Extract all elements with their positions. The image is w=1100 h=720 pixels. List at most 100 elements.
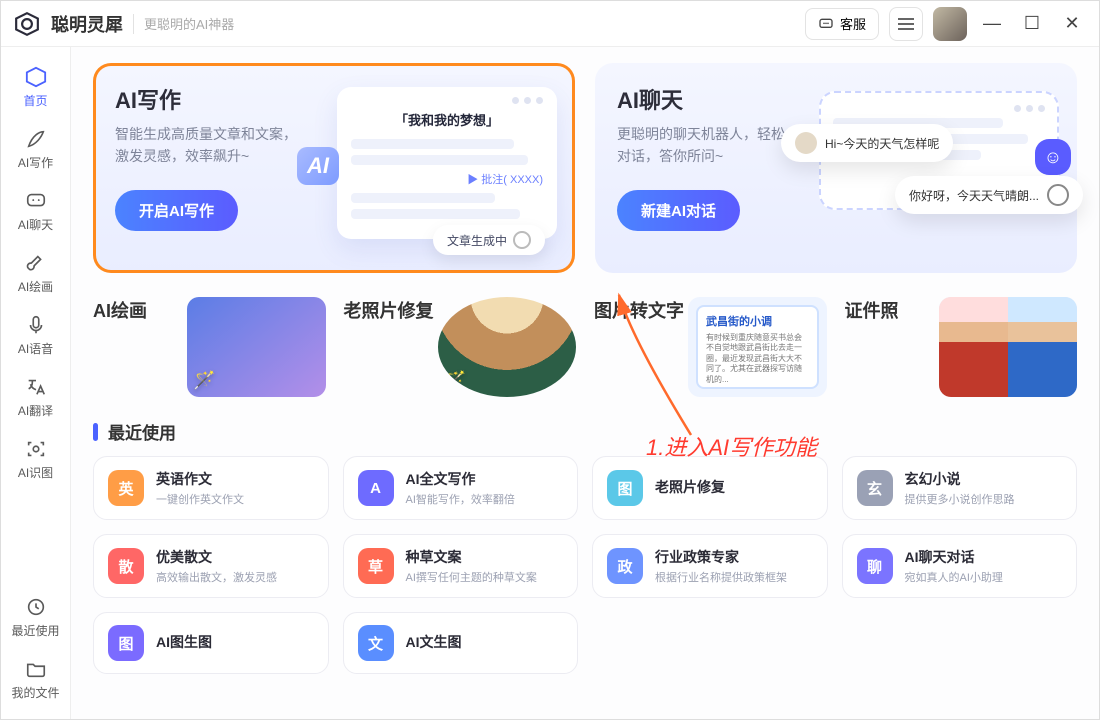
annotation-step-1: 1.进入AI写作功能 xyxy=(646,430,817,462)
sidebar-item-pen[interactable]: AI写作 xyxy=(6,121,66,177)
sidebar-item-label: AI聊天 xyxy=(18,216,53,233)
ai-chip-icon: AI xyxy=(297,147,339,185)
recent-card-subtitle: AI智能写作，效率翻倍 xyxy=(406,491,515,507)
recent-card-subtitle: 提供更多小说创作思路 xyxy=(905,491,1015,507)
feature-card[interactable]: 证件照 xyxy=(845,297,1078,397)
recent-card[interactable]: 政行业政策专家根据行业名称提供政策框架 xyxy=(592,534,828,598)
sidebar-item-clock[interactable]: 最近使用 xyxy=(6,589,66,645)
sidebar-item-label: AI语音 xyxy=(18,340,53,357)
recent-card-title: 玄幻小说 xyxy=(905,469,1015,489)
user-avatar[interactable] xyxy=(933,7,967,41)
translate-icon xyxy=(24,375,48,399)
home-icon xyxy=(24,65,48,89)
feature-card[interactable]: 图片转文字武昌街的小调有时候到重庆随意买书总会不自觉地跟武昌街比去走一圈，最近发… xyxy=(594,297,827,397)
close-button[interactable]: ✕ xyxy=(1057,13,1087,34)
app-slogan: 更聪明的AI神器 xyxy=(144,14,234,33)
sidebar-item-label: 首页 xyxy=(23,92,47,109)
new-ai-chat-button[interactable]: 新建AI对话 xyxy=(617,190,740,231)
chat-bot-bubble: 你好呀，今天天气晴朗... xyxy=(895,176,1083,214)
wand-icon: 🪄 xyxy=(193,370,215,391)
recent-card-icon: 玄 xyxy=(857,470,893,506)
hero-writing-desc: 智能生成高质量文章和文案， 激发灵感，效率飙升~ xyxy=(115,123,315,168)
menu-button[interactable] xyxy=(889,7,923,41)
folder-icon xyxy=(24,657,48,681)
pen-icon xyxy=(24,127,48,151)
brush-icon xyxy=(24,251,48,275)
recent-card-title: 优美散文 xyxy=(156,547,277,567)
clock-icon xyxy=(24,595,48,619)
maximize-button[interactable]: ☐ xyxy=(1017,13,1047,34)
hero-ai-writing[interactable]: AI写作 智能生成高质量文章和文案， 激发灵感，效率飙升~ 开启AI写作 「我和… xyxy=(93,63,575,273)
feature-card[interactable]: AI绘画 🪄 xyxy=(93,297,326,397)
sidebar-item-translate[interactable]: AI翻译 xyxy=(6,369,66,425)
feature-title: 证件照 xyxy=(845,297,939,323)
sidebar-item-label: AI识图 xyxy=(18,464,53,481)
recent-card-icon: 图 xyxy=(108,625,144,661)
recent-card-subtitle: 一键创作英文作文 xyxy=(156,491,244,507)
recent-card-title: 英语作文 xyxy=(156,469,244,489)
recent-card[interactable]: 玄玄幻小说提供更多小说创作思路 xyxy=(842,456,1078,520)
sidebar-item-label: AI绘画 xyxy=(18,278,53,295)
mock-annotation-label: ▶ 批注( XXXX) xyxy=(351,171,543,187)
sidebar-item-mic[interactable]: AI语音 xyxy=(6,307,66,363)
sidebar: 首页 AI写作 AI聊天 AI绘画 AI语音 AI翻译 AI识图最近使用我的文件 xyxy=(1,47,71,719)
sidebar-item-folder[interactable]: 我的文件 xyxy=(6,651,66,707)
scan-icon xyxy=(24,437,48,461)
sidebar-item-chat[interactable]: AI聊天 xyxy=(6,183,66,239)
sidebar-item-brush[interactable]: AI绘画 xyxy=(6,245,66,301)
recent-card-title: 种草文案 xyxy=(406,547,537,567)
hero-ai-chat[interactable]: AI聊天 更聪明的聊天机器人，轻松 对话，答你所问~ 新建AI对话 ☺ Hi~今… xyxy=(595,63,1077,273)
recent-card-subtitle: AI撰写任何主题的种草文案 xyxy=(406,569,537,585)
feature-title: 图片转文字 xyxy=(594,297,688,323)
feature-title: 老照片修复 xyxy=(344,297,438,323)
recent-card-title: AI聊天对话 xyxy=(905,547,1003,567)
app-name: 聪明灵犀 xyxy=(51,11,123,37)
recent-card-subtitle: 根据行业名称提供政策框架 xyxy=(655,569,787,585)
recent-card-title: 行业政策专家 xyxy=(655,547,787,567)
recent-card-icon: 草 xyxy=(358,548,394,584)
sidebar-item-label: AI翻译 xyxy=(18,402,53,419)
generation-status: 文章生成中 xyxy=(433,225,545,255)
chat-ai-icon: ☺ xyxy=(1035,139,1071,175)
recent-card-title: AI全文写作 xyxy=(406,469,515,489)
sidebar-item-scan[interactable]: AI识图 xyxy=(6,431,66,487)
support-label: 客服 xyxy=(840,14,866,33)
minimize-button[interactable]: — xyxy=(977,13,1007,34)
recent-card-title: 老照片修复 xyxy=(655,477,725,497)
open-ai-writing-button[interactable]: 开启AI写作 xyxy=(115,190,238,231)
app-logo-icon xyxy=(13,10,41,38)
feature-title: AI绘画 xyxy=(93,297,187,323)
feature-card[interactable]: 老照片修复 🪄 xyxy=(344,297,577,397)
recent-card[interactable]: 图老照片修复 xyxy=(592,456,828,520)
writing-mockup: 「我和我的梦想」 ▶ 批注( XXXX) AI 文章生成中 xyxy=(337,87,557,239)
chat-user-bubble: Hi~今天的天气怎样呢 xyxy=(781,124,953,162)
recent-card-title: AI文生图 xyxy=(406,632,462,652)
sidebar-item-label: 我的文件 xyxy=(11,684,59,701)
recent-card[interactable]: 英英语作文一键创作英文作文 xyxy=(93,456,329,520)
chat-bubble-icon xyxy=(818,16,834,32)
recent-card-icon: 文 xyxy=(358,625,394,661)
recent-card-icon: 散 xyxy=(108,548,144,584)
mock-doc-title: 「我和我的梦想」 xyxy=(351,110,543,129)
wand-icon: 🪄 xyxy=(444,370,466,391)
mic-icon xyxy=(24,313,48,337)
sidebar-item-label: AI写作 xyxy=(18,154,53,171)
support-button[interactable]: 客服 xyxy=(805,8,879,40)
recent-card-subtitle: 宛如真人的AI小助理 xyxy=(905,569,1003,585)
recent-card-subtitle: 高效输出散文，激发灵感 xyxy=(156,569,277,585)
recent-card-icon: 聊 xyxy=(857,548,893,584)
recent-card[interactable]: A AI全文写作 AI智能写作，效率翻倍 xyxy=(343,456,579,520)
sidebar-item-label: 最近使用 xyxy=(11,622,59,639)
sidebar-item-home[interactable]: 首页 xyxy=(6,59,66,115)
chat-mockup: ☺ Hi~今天的天气怎样呢 你好呀，今天天气晴朗... xyxy=(819,91,1059,210)
recent-card-icon: 政 xyxy=(607,548,643,584)
recent-card[interactable]: 散优美散文高效输出散文，激发灵感 xyxy=(93,534,329,598)
recent-card-icon: 英 xyxy=(108,470,144,506)
recent-heading: 最近使用 xyxy=(93,419,1077,444)
recent-card[interactable]: 图AI图生图 xyxy=(93,612,329,674)
recent-card[interactable]: 草种草文案 AI撰写任何主题的种草文案 xyxy=(343,534,579,598)
recent-card-icon: A xyxy=(358,470,394,506)
recent-card[interactable]: 文 AI文生图 xyxy=(343,612,579,674)
recent-card-icon: 图 xyxy=(607,470,643,506)
recent-card[interactable]: 聊 AI聊天对话宛如真人的AI小助理 xyxy=(842,534,1078,598)
